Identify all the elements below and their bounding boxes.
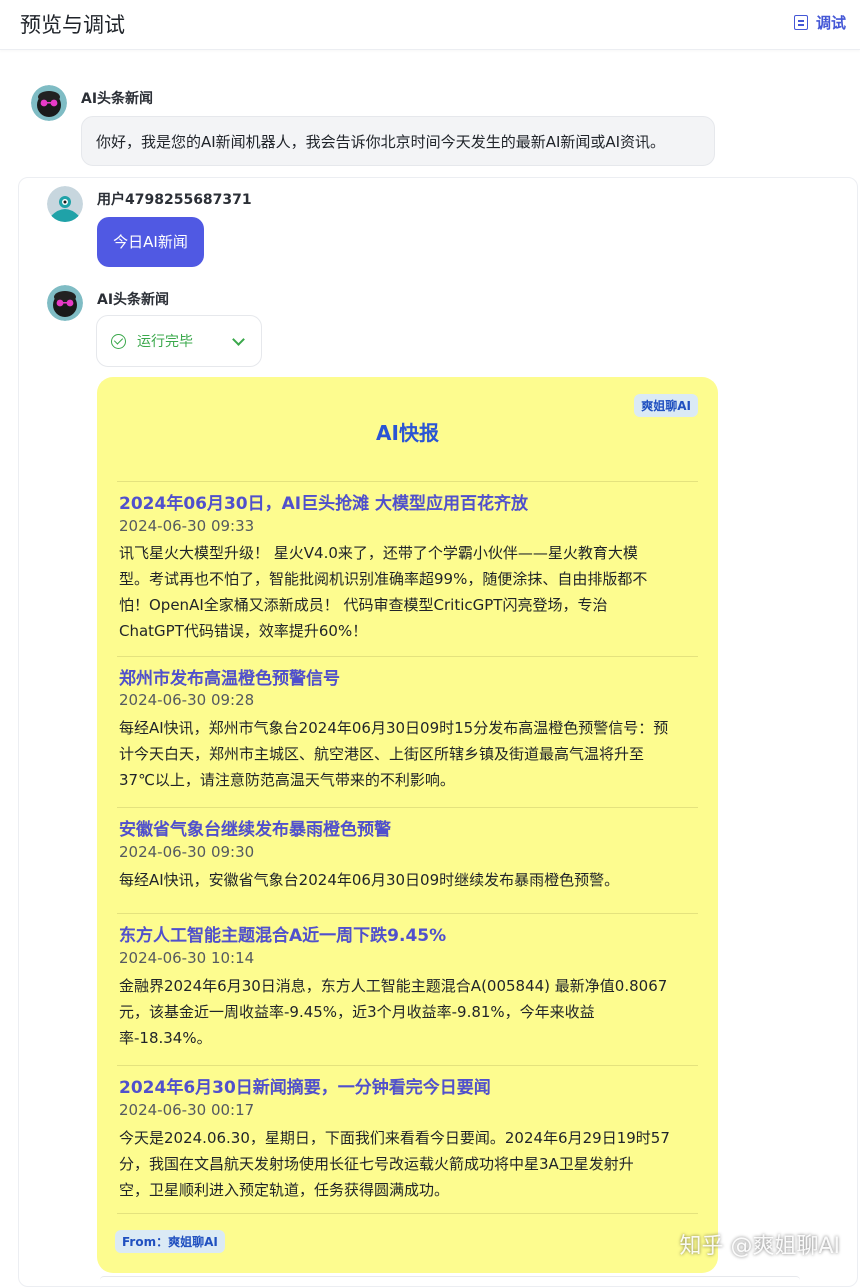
news-title[interactable]: 2024年06月30日，AI巨头抢滩 大模型应用百花齐放 <box>119 489 699 514</box>
source-badge: From：爽姐聊AI <box>115 1230 225 1253</box>
divider <box>117 913 698 914</box>
news-body: 今天是2024.06.30，星期日，下面我们来看看今日要闻。2024年6月29日… <box>119 1125 697 1203</box>
news-time: 2024-06-30 10:14 <box>119 949 254 967</box>
message-input-edge <box>100 1276 800 1284</box>
page-title: 预览与调试 <box>20 9 125 39</box>
card-title: AI快报 <box>97 417 718 446</box>
bot-reply-avatar <box>47 285 83 321</box>
debug-label: 调试 <box>816 12 846 33</box>
user-message-bubble: 今日AI新闻 <box>97 217 204 267</box>
bot-reply-name: AI头条新闻 <box>97 289 169 309</box>
news-card: 爽姐聊AI AI快报 2024年06月30日，AI巨头抢滩 大模型应用百花齐放 … <box>97 377 718 1273</box>
news-body: 每经AI快讯，郑州市气象台2024年06月30日09时15分发布高温橙色预警信号… <box>119 715 697 793</box>
news-time: 2024-06-30 09:30 <box>119 843 254 861</box>
news-body: 讯飞星火大模型升级！ 星火V4.0来了，还带了个学霸小伙伴——星火教育大模 型。… <box>119 540 697 644</box>
check-circle-icon <box>111 334 126 349</box>
greeting-bubble: 你好，我是您的AI新闻机器人，我会告诉你北京时间今天发生的最新AI新闻或AI资讯… <box>81 116 715 166</box>
divider <box>117 1213 698 1214</box>
divider <box>117 1065 698 1066</box>
news-title[interactable]: 安徽省气象台继续发布暴雨橙色预警 <box>119 815 699 840</box>
news-title[interactable]: 东方人工智能主题混合A近一周下跌9.45% <box>119 921 699 946</box>
bot-name: AI头条新闻 <box>81 88 153 108</box>
chevron-down-icon <box>232 333 245 346</box>
news-title[interactable]: 郑州市发布高温橙色预警信号 <box>119 664 699 689</box>
divider <box>117 807 698 808</box>
debug-button[interactable]: 调试 <box>794 12 846 33</box>
user-avatar <box>47 186 83 222</box>
brand-badge: 爽姐聊AI <box>634 394 698 417</box>
news-time: 2024-06-30 09:28 <box>119 691 254 709</box>
news-title[interactable]: 2024年6月30日新闻摘要，一分钟看完今日要闻 <box>119 1073 699 1098</box>
news-body: 金融界2024年6月30日消息，东方人工智能主题混合A(005844) 最新净值… <box>119 973 697 1051</box>
divider <box>117 656 698 657</box>
top-bar: 预览与调试 调试 <box>0 0 860 50</box>
news-body: 每经AI快讯，安徽省气象台2024年06月30日09时继续发布暴雨橙色预警。 <box>119 867 697 893</box>
news-time: 2024-06-30 09:33 <box>119 517 254 535</box>
run-status-label: 运行完毕 <box>137 331 193 351</box>
run-status-toggle[interactable]: 运行完毕 <box>96 315 262 367</box>
divider <box>117 481 698 482</box>
user-name: 用户4798255687371 <box>97 189 252 209</box>
document-icon <box>794 15 808 30</box>
bot-avatar <box>31 85 67 121</box>
news-time: 2024-06-30 00:17 <box>119 1101 254 1119</box>
watermark: 知乎 @爽姐聊AI <box>679 1228 840 1260</box>
